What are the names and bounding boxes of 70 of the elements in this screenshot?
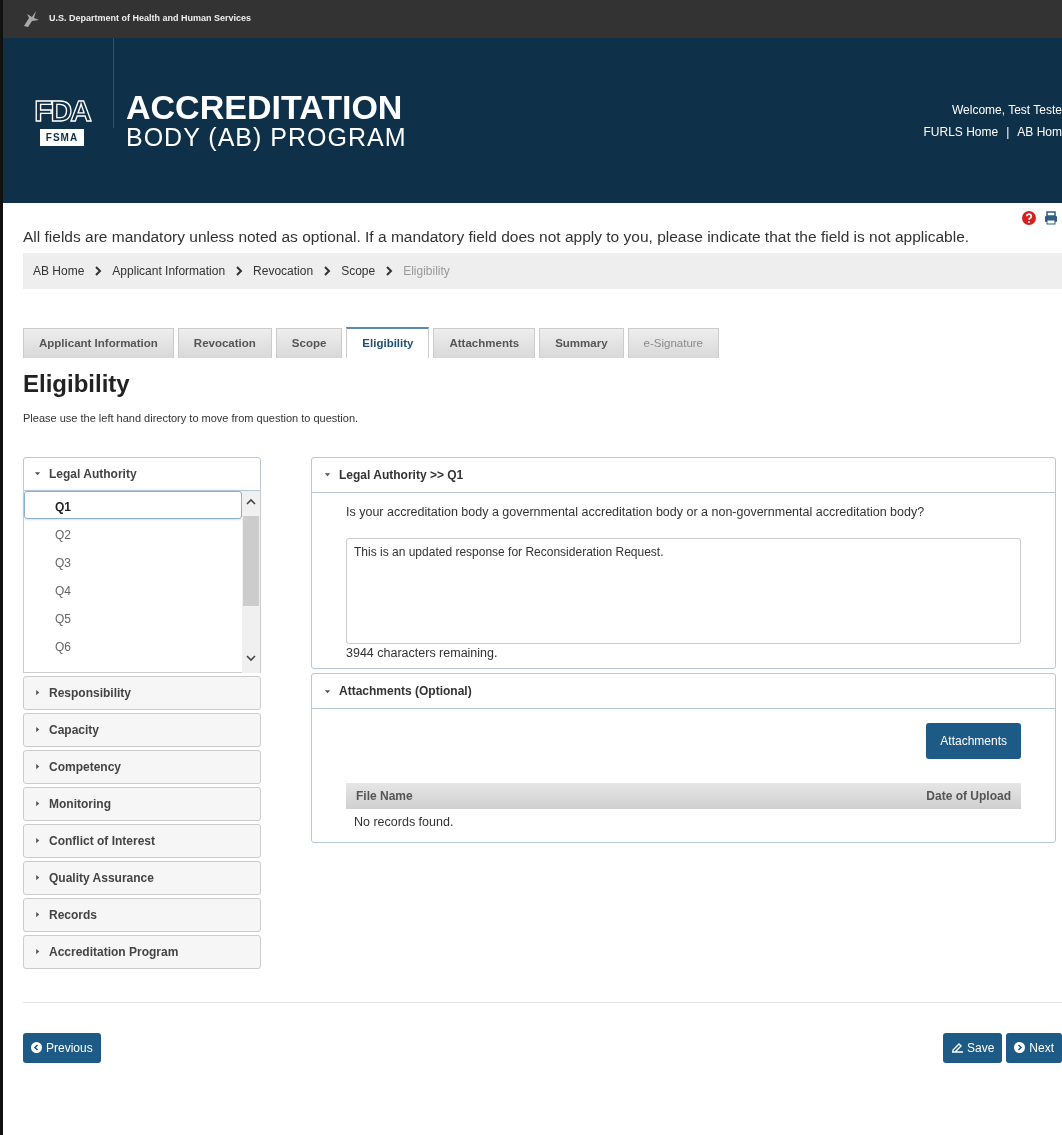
panel-header[interactable]: Attachments (Optional)	[312, 674, 1055, 710]
column-header: Date of Upload	[926, 788, 1011, 806]
question-item[interactable]: Q5	[24, 602, 242, 631]
chevron-icon	[385, 266, 394, 276]
printer-icon	[1044, 211, 1058, 225]
program-title: ACCREDITATION	[126, 89, 404, 124]
back-icon	[31, 1042, 42, 1054]
header-link[interactable]: AB Hom	[1017, 122, 1062, 141]
save-button[interactable]: Save	[942, 1032, 1003, 1063]
characters-remaining: 3944 characters remaining.	[346, 644, 499, 662]
caret-right-icon	[34, 689, 41, 697]
caret-down-icon	[324, 471, 331, 479]
pencil-icon	[950, 1042, 963, 1054]
question-item[interactable]: Q1	[24, 490, 242, 519]
instruction-text: Please use the left hand directory to move from question to question.	[23, 411, 360, 427]
question-item[interactable]: Q3	[24, 546, 242, 575]
eagle-icon	[21, 9, 41, 29]
tab[interactable]: Eligibility	[346, 327, 430, 359]
tab[interactable]: Summary	[539, 328, 624, 359]
agency-name: U.S. Department of Health and Human Services	[49, 12, 252, 26]
directory-section[interactable]: Competency	[23, 749, 261, 784]
directory-section[interactable]: Records	[23, 897, 261, 932]
breadcrumb-link[interactable]: Applicant Information	[112, 262, 226, 280]
answer-field[interactable]: This is an updated response for Reconsideration Request.	[346, 537, 1021, 644]
caret-right-icon	[34, 837, 41, 845]
previous-button[interactable]: Previous	[23, 1032, 101, 1063]
program-subtitle: BODY (AB) PROGRAM	[126, 123, 407, 152]
tab[interactable]: Scope	[275, 328, 343, 359]
directory-section[interactable]: Capacity	[23, 712, 261, 747]
empty-message: No records found.	[353, 814, 455, 832]
question-item[interactable]: Q2	[24, 518, 242, 547]
chevron-icon	[323, 266, 332, 276]
tab[interactable]: Attachments	[433, 328, 536, 359]
breadcrumb-link[interactable]: AB Home	[33, 262, 85, 280]
forward-icon	[1014, 1042, 1026, 1054]
directory-section[interactable]: Responsibility	[23, 675, 261, 710]
panel-header[interactable]: Legal Authority >> Q1	[312, 457, 1055, 493]
breadcrumb-link[interactable]: Revocation	[253, 262, 314, 280]
tab[interactable]: Applicant Information	[23, 328, 174, 359]
logo-badge: FSMA	[39, 128, 85, 146]
directory-section[interactable]: Conflict of Interest	[23, 823, 261, 858]
caret-right-icon	[34, 726, 41, 734]
next-button[interactable]: Next	[1006, 1032, 1062, 1063]
column-header: File Name	[356, 788, 413, 806]
welcome-text: Welcome, Test Teste	[951, 101, 1062, 119]
logo-text: FDA	[34, 95, 90, 126]
notice-text: All fields are mandatory unless noted as optional. If a mandatory field does not apply to you, please indicate that the field is not applicable.	[23, 227, 971, 247]
caret-right-icon	[34, 874, 41, 882]
question-item[interactable]: Q6	[24, 630, 242, 659]
caret-down-icon	[324, 687, 331, 695]
directory-section[interactable]: Legal Authority	[23, 456, 261, 491]
directory-section[interactable]: Accreditation Program	[23, 934, 261, 969]
caret-right-icon	[34, 948, 41, 956]
link-separator: |	[1006, 123, 1010, 141]
question-item[interactable]: Q4	[24, 574, 242, 603]
tab[interactable]: Revocation	[177, 328, 272, 359]
page-heading: Eligibility	[23, 369, 131, 400]
chevron-icon	[94, 266, 103, 276]
caret-right-icon	[34, 911, 41, 919]
attachments-button[interactable]: Attachments	[926, 723, 1021, 760]
help-icon	[1022, 211, 1036, 225]
caret-right-icon	[34, 763, 41, 771]
breadcrumb-link[interactable]: Scope	[341, 262, 376, 280]
directory-section[interactable]: Monitoring	[23, 786, 261, 821]
question-text: Is your accreditation body a governmental accreditation body or a non-governmental accreditation body?	[346, 503, 926, 521]
caret-right-icon	[34, 800, 41, 808]
chevron-icon	[235, 266, 244, 276]
header-link[interactable]: FURLS Home	[923, 122, 999, 141]
directory-section[interactable]: Quality Assurance	[23, 860, 261, 895]
caret-down-icon	[34, 470, 41, 478]
